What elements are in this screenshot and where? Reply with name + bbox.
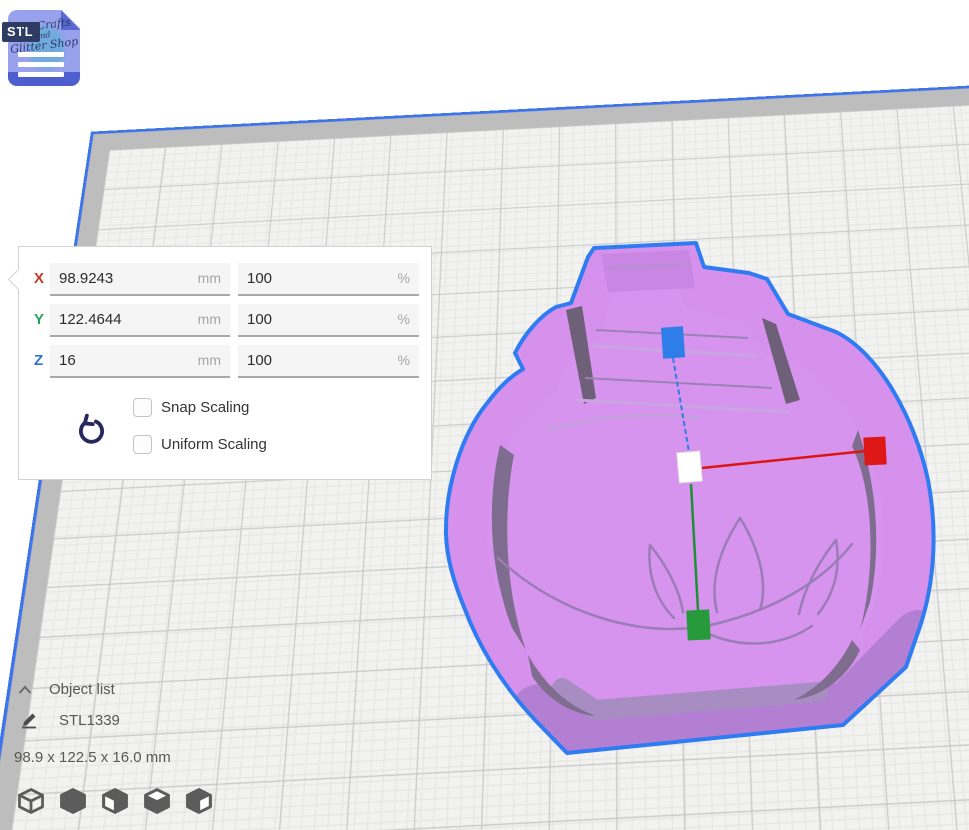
object-list-label: Object list (49, 681, 115, 698)
x-mm-field-wrap: mm (50, 263, 230, 296)
x-mm-input[interactable] (50, 263, 230, 294)
view-toolbar (16, 786, 214, 816)
z-scale-handle[interactable] (661, 326, 685, 358)
y-axis-label: Y (34, 311, 44, 328)
cork-recess (601, 250, 695, 292)
cube-front-face-icon (100, 786, 130, 816)
x-percent-input[interactable] (238, 263, 419, 294)
y-scale-handle[interactable] (686, 609, 711, 640)
y-percent-field-wrap: % (238, 304, 419, 337)
object-list-toggle[interactable]: Object list (18, 681, 115, 698)
doc-text-line (18, 62, 64, 67)
edit-pencil-icon (20, 711, 39, 729)
view-side-button[interactable] (184, 786, 214, 816)
doc-text-line (18, 72, 64, 77)
scale-panel: X mm % Y mm % Z mm % (18, 246, 432, 480)
cube-wireframe-icon (16, 786, 46, 816)
uniform-scaling-checkbox[interactable] (133, 435, 152, 454)
stl-file-logo: STL The Crafts and Glitter Shop (2, 4, 84, 94)
selected-model-dimensions: 98.9 x 122.5 x 16.0 mm (14, 749, 171, 766)
z-mm-input[interactable] (50, 345, 230, 376)
view-front-button[interactable] (100, 786, 130, 816)
snap-scaling-checkbox[interactable] (133, 398, 152, 417)
center-scale-handle[interactable] (677, 451, 703, 483)
z-axis-label: Z (34, 352, 43, 369)
object-name: STL1339 (59, 712, 120, 729)
y-mm-input[interactable] (50, 304, 230, 335)
reset-arrow-icon (72, 413, 106, 447)
uniform-scaling-label: Uniform Scaling (161, 436, 267, 453)
x-percent-field-wrap: % (238, 263, 419, 296)
snap-scaling-label: Snap Scaling (161, 399, 249, 416)
z-percent-field-wrap: % (238, 345, 419, 378)
chevron-up-icon (18, 685, 32, 695)
scale-row-x: X mm % (19, 263, 431, 296)
z-percent-input[interactable] (238, 345, 419, 376)
reset-scale-button[interactable] (67, 409, 111, 453)
cube-side-face-icon (184, 786, 214, 816)
snap-scaling-row: Snap Scaling (133, 397, 249, 417)
y-mm-field-wrap: mm (50, 304, 230, 337)
x-scale-handle[interactable] (863, 436, 886, 465)
view-solid-button[interactable] (58, 786, 88, 816)
scale-row-y: Y mm % (19, 304, 431, 337)
x-axis-label: X (34, 270, 44, 287)
uniform-scaling-row: Uniform Scaling (133, 434, 267, 454)
object-list-item[interactable]: STL1339 (20, 711, 120, 729)
cube-top-face-icon (142, 786, 172, 816)
cube-solid-icon (58, 786, 88, 816)
scale-row-z: Z mm % (19, 345, 431, 378)
z-mm-field-wrap: mm (50, 345, 230, 378)
view-top-button[interactable] (142, 786, 172, 816)
y-percent-input[interactable] (238, 304, 419, 335)
view-3d-button[interactable] (16, 786, 46, 816)
